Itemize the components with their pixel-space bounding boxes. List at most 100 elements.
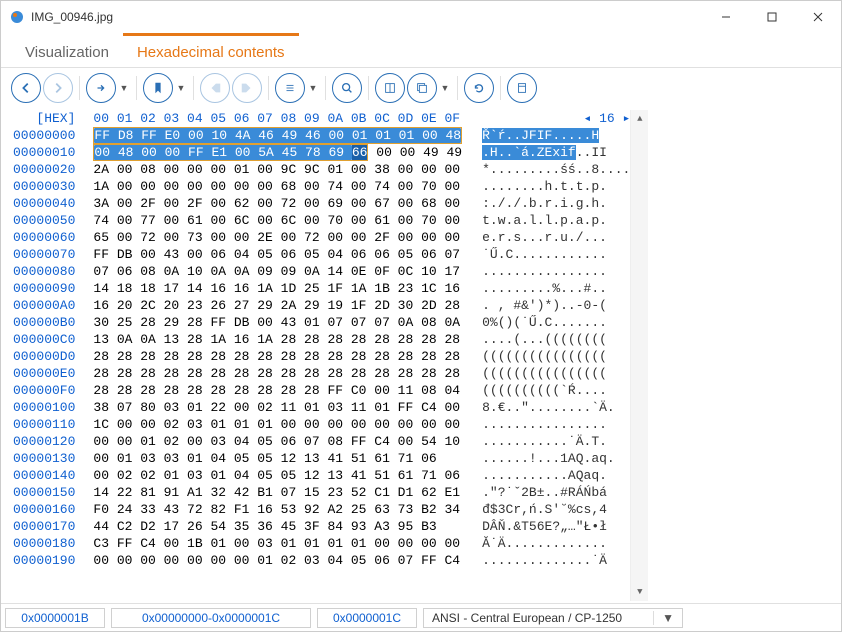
- offset: 00000020: [13, 161, 75, 178]
- toolbar: ▼ ▼ ▼ ▼: [1, 68, 841, 108]
- ascii-row[interactable]: ........h.t.t.p.: [482, 178, 630, 195]
- ascii-row[interactable]: ...........AQaq.: [482, 467, 630, 484]
- ascii-selection[interactable]: Ř`ŕ..JFIF.....H: [482, 128, 599, 143]
- hex-row[interactable]: F0 24 33 43 72 82 F1 16 53 92 A2 25 63 7…: [93, 501, 462, 518]
- hex-row[interactable]: 00 02 02 01 03 01 04 05 05 12 13 41 51 6…: [93, 467, 462, 484]
- bookmark-button[interactable]: [143, 73, 173, 103]
- ascii-row[interactable]: 8.€.."........`Ä.: [482, 399, 630, 416]
- window-title: IMG_00946.jpg: [31, 10, 703, 24]
- forward-button[interactable]: [43, 73, 73, 103]
- hex-selection[interactable]: FF D8 FF E0 00 10 4A 46 49 46 00 01 01 0…: [94, 128, 461, 143]
- hex-caret[interactable]: 66: [352, 145, 368, 160]
- hex-row[interactable]: 13 0A 0A 13 28 1A 16 1A 28 28 28 28 28 2…: [93, 331, 462, 348]
- hex-row[interactable]: C3 FF C4 00 1B 01 00 03 01 01 01 01 00 0…: [93, 535, 462, 552]
- ascii-row[interactable]: ...........˙Ä.T.: [482, 433, 630, 450]
- ascii-row[interactable]: ..............˙Ä: [482, 552, 630, 569]
- ascii-row[interactable]: ((((((((((`Ŕ....: [482, 382, 630, 399]
- hex-row[interactable]: 65 00 72 00 73 00 00 2E 00 72 00 00 2F 0…: [93, 229, 462, 246]
- ascii-row[interactable]: t.w.a.l.l.p.a.p.: [482, 212, 630, 229]
- hex-row[interactable]: FF DB 00 43 00 06 04 05 06 05 04 06 06 0…: [93, 246, 462, 263]
- app-icon: [9, 9, 25, 25]
- maximize-button[interactable]: [749, 1, 795, 33]
- ascii-row[interactable]: ."?˙ˇ2B±..#RÁŃbá: [482, 484, 630, 501]
- ascii-row[interactable]: ˙Ű.C............: [482, 246, 630, 263]
- ascii-row[interactable]: ((((((((((((((((: [482, 365, 630, 382]
- hex-row[interactable]: 07 06 08 0A 10 0A 0A 09 09 0A 14 0E 0F 0…: [93, 263, 462, 280]
- bookmark-dropdown[interactable]: ▼: [175, 73, 187, 103]
- tag-prev-button[interactable]: [200, 73, 230, 103]
- refresh-button[interactable]: [464, 73, 494, 103]
- ascii-selection[interactable]: .H..`á.ZExif: [482, 145, 576, 160]
- ascii-row[interactable]: .........%...#..: [482, 280, 630, 297]
- status-position: 0x0000001B: [5, 608, 105, 628]
- encoding-dropdown-icon[interactable]: ▼: [653, 611, 674, 625]
- scroll-up-button[interactable]: ▲: [631, 110, 648, 128]
- back-button[interactable]: [11, 73, 41, 103]
- tab-bar: Visualization Hexadecimal contents: [1, 33, 841, 68]
- offset: 00000170: [13, 518, 75, 535]
- hex-row[interactable]: 74 00 77 00 61 00 6C 00 6C 00 70 00 61 0…: [93, 212, 462, 229]
- ascii-row[interactable]: ......!...1AQ.aq.: [482, 450, 630, 467]
- ascii-column[interactable]: ◂ 16 ▸ Ř`ŕ..JFIF.....H .H..`á.ZExif..II …: [470, 110, 630, 601]
- ascii-row[interactable]: 0%()(˙Ű.C.......: [482, 314, 630, 331]
- hex-selection[interactable]: 00 48 00 00 FF E1 00 5A 45 78 69: [94, 145, 351, 160]
- hex-row[interactable]: 28 28 28 28 28 28 28 28 28 28 FF C0 00 1…: [93, 382, 462, 399]
- goto-button[interactable]: [86, 73, 116, 103]
- toolbar-divider: [325, 76, 326, 100]
- hex-row[interactable]: 28 28 28 28 28 28 28 28 28 28 28 28 28 2…: [93, 348, 462, 365]
- hex-bytes[interactable]: 00 00 49 49: [368, 145, 462, 160]
- ascii-row[interactable]: . , #&')*)..-0-(: [482, 297, 630, 314]
- toolbar-divider: [79, 76, 80, 100]
- ascii-row[interactable]: *.........śś..8....: [482, 161, 630, 178]
- vertical-scrollbar[interactable]: ▲ ▼: [630, 110, 648, 601]
- hex-row[interactable]: 3A 00 2F 00 2F 00 62 00 72 00 69 00 67 0…: [93, 195, 462, 212]
- hex-row[interactable]: 38 07 80 03 01 22 00 02 11 01 03 11 01 F…: [93, 399, 462, 416]
- offset: 00000030: [13, 178, 75, 195]
- ascii-row[interactable]: Ă˙Ä.............: [482, 535, 630, 552]
- hex-row[interactable]: 00 00 01 02 00 03 04 05 06 07 08 FF C4 0…: [93, 433, 462, 450]
- tab-visualization[interactable]: Visualization: [11, 33, 123, 67]
- hex-row[interactable]: 00 01 03 03 01 04 05 05 12 13 41 51 61 7…: [93, 450, 462, 467]
- copy-button[interactable]: [407, 73, 437, 103]
- offset: 00000080: [13, 263, 75, 280]
- minimize-button[interactable]: [703, 1, 749, 33]
- ascii-row[interactable]: DÂŇ.&T56E?„…"Ł•ł: [482, 518, 630, 535]
- status-length: 0x0000001C: [317, 608, 417, 628]
- copy-dropdown[interactable]: ▼: [439, 73, 451, 103]
- scroll-down-button[interactable]: ▼: [631, 583, 648, 601]
- toolbar-divider: [136, 76, 137, 100]
- encoding-selector[interactable]: ANSI - Central European / CP-1250 ▼: [423, 608, 683, 628]
- ascii-row[interactable]: ................: [482, 416, 630, 433]
- tab-hex-contents[interactable]: Hexadecimal contents: [123, 33, 299, 67]
- hex-row[interactable]: 1A 00 00 00 00 00 00 00 68 00 74 00 74 0…: [93, 178, 462, 195]
- close-button[interactable]: [795, 1, 841, 33]
- ascii-row[interactable]: ((((((((((((((((: [482, 348, 630, 365]
- ascii-row[interactable]: ....(...((((((((: [482, 331, 630, 348]
- search-button[interactable]: [332, 73, 362, 103]
- hex-row[interactable]: 14 22 81 91 A1 32 42 B1 07 15 23 52 C1 D…: [93, 484, 462, 501]
- select-button[interactable]: [375, 73, 405, 103]
- list-button[interactable]: [275, 73, 305, 103]
- ascii-row[interactable]: e.r.s...r.u./...: [482, 229, 630, 246]
- tag-next-button[interactable]: [232, 73, 262, 103]
- offset: 00000150: [13, 484, 75, 501]
- toolbar-divider: [268, 76, 269, 100]
- hex-row[interactable]: 16 20 2C 20 23 26 27 29 2A 29 19 1F 2D 3…: [93, 297, 462, 314]
- hex-row[interactable]: 2A 00 08 00 00 00 01 00 9C 9C 01 00 38 0…: [93, 161, 462, 178]
- hex-row[interactable]: 00 00 00 00 00 00 00 01 02 03 04 05 06 0…: [93, 552, 462, 569]
- hex-row[interactable]: 1C 00 00 02 03 01 01 01 00 00 00 00 00 0…: [93, 416, 462, 433]
- hex-row[interactable]: 44 C2 D2 17 26 54 35 36 45 3F 84 93 A3 9…: [93, 518, 462, 535]
- list-dropdown[interactable]: ▼: [307, 73, 319, 103]
- ascii-row[interactable]: đ$3Cr,ń.S'˘%cs,4: [482, 501, 630, 518]
- settings-button[interactable]: [507, 73, 537, 103]
- ascii-row[interactable]: ................: [482, 263, 630, 280]
- hex-row[interactable]: 30 25 28 29 28 FF DB 00 43 01 07 07 07 0…: [93, 314, 462, 331]
- goto-dropdown[interactable]: ▼: [118, 73, 130, 103]
- ascii-text[interactable]: ..II: [576, 145, 607, 160]
- offset: 00000160: [13, 501, 75, 518]
- hex-row[interactable]: 28 28 28 28 28 28 28 28 28 28 28 28 28 2…: [93, 365, 462, 382]
- scroll-track[interactable]: [631, 128, 648, 583]
- hex-row[interactable]: 14 18 18 17 14 16 16 1A 1D 25 1F 1A 1B 2…: [93, 280, 462, 297]
- hex-column[interactable]: 00 01 02 03 04 05 06 07 08 09 0A 0B 0C 0…: [85, 110, 470, 601]
- ascii-row[interactable]: :././.b.r.i.g.h.: [482, 195, 630, 212]
